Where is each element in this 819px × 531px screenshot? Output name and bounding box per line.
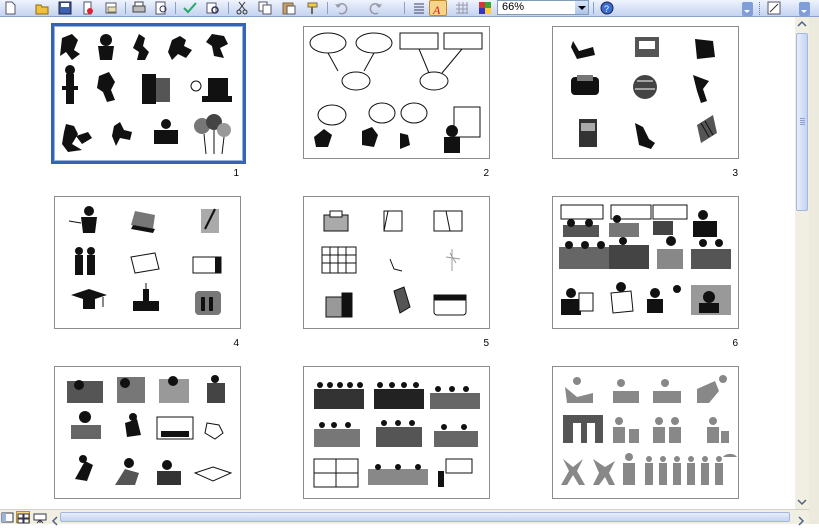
- toolbar-options-icon-2[interactable]: [799, 2, 810, 16]
- slide-thumbnail[interactable]: [303, 366, 490, 499]
- slide-sorter-pane: 1 2 3 4 5 6: [0, 17, 795, 509]
- scroll-up-arrow[interactable]: [795, 17, 809, 31]
- zoom-dropdown-arrow[interactable]: [575, 1, 588, 14]
- formatting-icon[interactable]: A: [429, 0, 447, 16]
- slide-number: 1: [233, 168, 239, 179]
- standard-toolbar: A 66% ?: [0, 0, 819, 17]
- zoom-value: 66%: [502, 1, 525, 13]
- scroll-down-arrow[interactable]: [795, 495, 809, 509]
- scroll-left-arrow[interactable]: [51, 513, 59, 531]
- slide-thumbnail[interactable]: [552, 26, 739, 159]
- horizontal-scroll-thumb[interactable]: [60, 512, 790, 522]
- permission-icon[interactable]: [79, 0, 97, 16]
- slide-thumbnail[interactable]: [303, 26, 490, 159]
- expand-icon[interactable]: [410, 0, 428, 16]
- zoom-combobox[interactable]: 66%: [497, 0, 589, 15]
- slide-thumbnail[interactable]: [303, 196, 490, 329]
- slide-thumbnail[interactable]: [51, 23, 246, 164]
- print-icon[interactable]: [130, 0, 148, 16]
- color-grayscale-icon[interactable]: [476, 0, 494, 16]
- slide-number: 6: [732, 338, 738, 349]
- print-preview-icon[interactable]: [152, 0, 170, 16]
- slide-thumbnail[interactable]: [54, 366, 241, 499]
- scroll-right-arrow[interactable]: [797, 513, 805, 531]
- spelling-icon[interactable]: [181, 0, 199, 16]
- svg-text:?: ?: [604, 4, 609, 14]
- open-icon[interactable]: [33, 0, 51, 16]
- undo-icon[interactable]: [332, 0, 350, 16]
- copy-icon[interactable]: [256, 0, 274, 16]
- slide-show-icon[interactable]: [33, 511, 47, 524]
- redo-icon[interactable]: [367, 0, 385, 16]
- research-icon[interactable]: [204, 0, 222, 16]
- svg-text:A: A: [432, 3, 441, 16]
- show-grid-icon[interactable]: [453, 0, 471, 16]
- slide-number: 4: [233, 338, 239, 349]
- vertical-scrollbar[interactable]: [795, 17, 809, 509]
- slide-number: 3: [732, 168, 738, 179]
- slide-thumbnail[interactable]: [552, 366, 739, 499]
- new-icon[interactable]: [1, 0, 19, 16]
- slide-thumbnail[interactable]: [552, 196, 739, 329]
- vertical-scroll-thumb[interactable]: [796, 33, 808, 211]
- email-icon[interactable]: [102, 0, 120, 16]
- drawing-toolbar-icon[interactable]: [765, 0, 783, 16]
- save-icon[interactable]: [56, 0, 74, 16]
- help-icon[interactable]: ?: [598, 0, 616, 16]
- slide-number: 2: [483, 168, 489, 179]
- format-painter-icon[interactable]: [304, 0, 322, 16]
- slide-sorter-view-icon[interactable]: [16, 511, 30, 524]
- toolbar-options-icon[interactable]: [742, 2, 753, 16]
- view-bar: [0, 509, 809, 526]
- cut-icon[interactable]: [233, 0, 251, 16]
- window-edge: [809, 17, 819, 524]
- slide-thumbnail[interactable]: [54, 196, 241, 329]
- normal-view-icon[interactable]: [1, 511, 15, 523]
- paste-icon[interactable]: [280, 0, 298, 16]
- slide-number: 5: [483, 338, 489, 349]
